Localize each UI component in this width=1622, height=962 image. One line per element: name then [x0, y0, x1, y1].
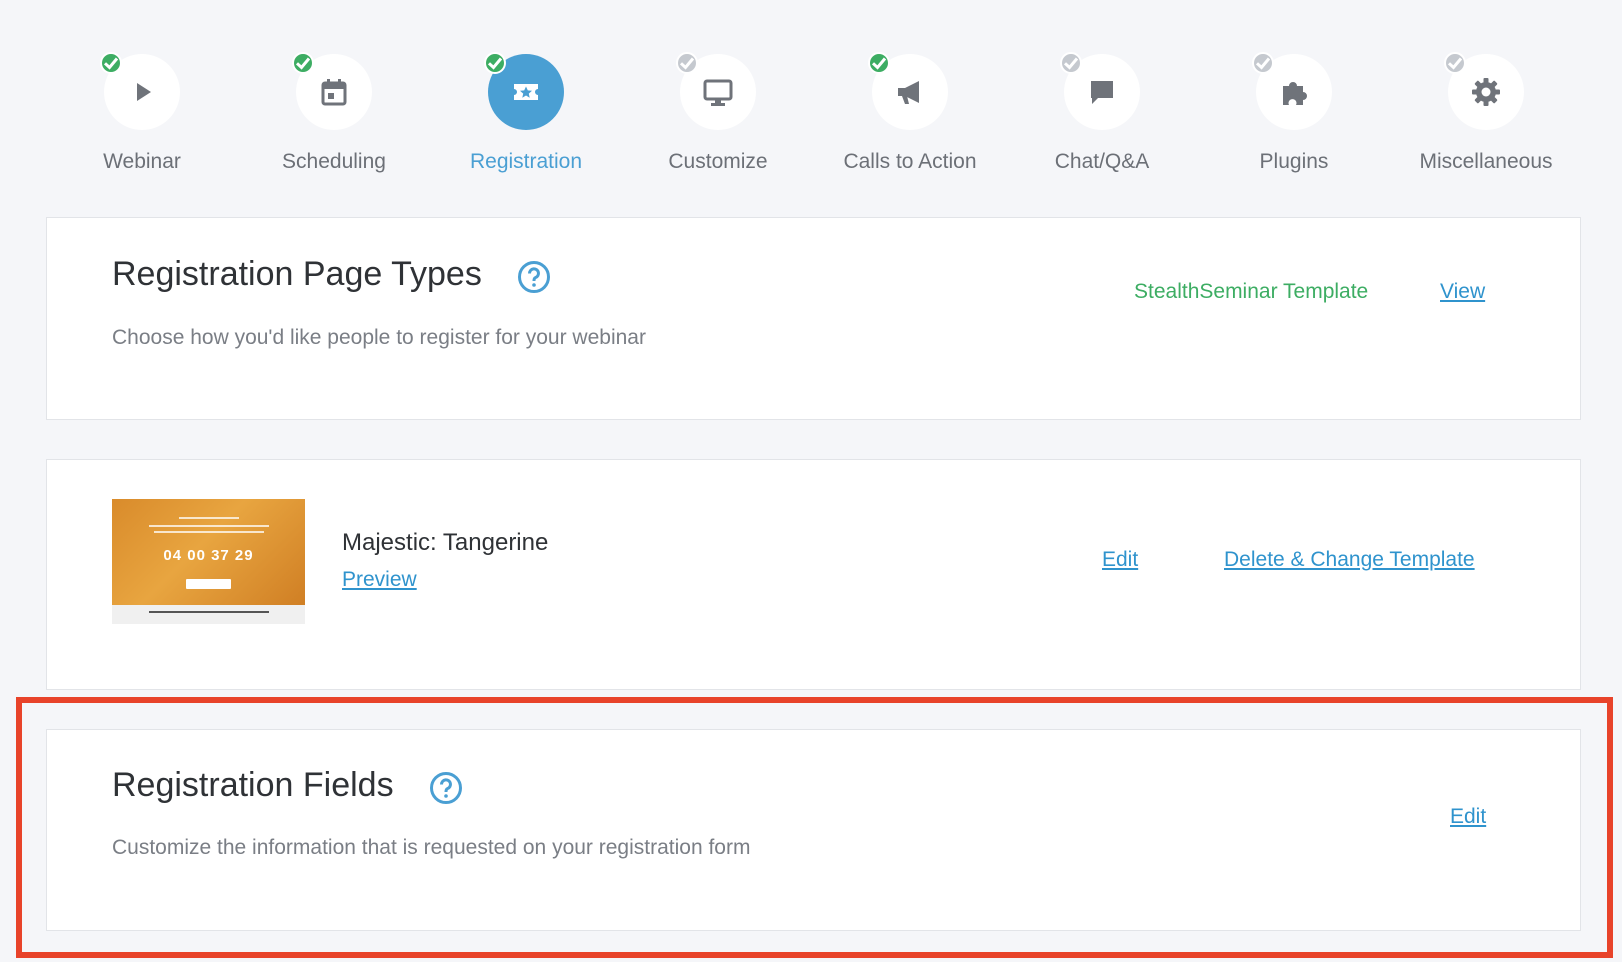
thumbnail-countdown: 04 00 37 29	[163, 547, 254, 564]
play-icon	[137, 83, 151, 101]
gear-icon	[1472, 78, 1500, 106]
thumbnail-banner: 04 00 37 29	[112, 499, 305, 605]
megaphone-icon	[898, 81, 919, 104]
step-label: Chat/Q&A	[1054, 150, 1150, 173]
preview-template-link[interactable]: Preview	[342, 568, 417, 592]
step-label: Registration	[469, 150, 583, 173]
thumbnail-register-button	[186, 579, 231, 589]
registration-page-types-description: Choose how you'd like people to register…	[112, 326, 646, 349]
check-badge-icon	[1252, 52, 1274, 74]
help-icon[interactable]	[517, 260, 551, 294]
check-badge-icon	[1060, 52, 1082, 74]
ticket-star-icon	[514, 84, 538, 100]
registration-fields-title: Registration Fields	[112, 766, 394, 804]
step-webinar-circle[interactable]	[100, 52, 180, 130]
edit-template-link[interactable]: Edit	[1102, 548, 1138, 572]
template-source-label: StealthSeminar Template	[1134, 280, 1369, 303]
step-chat-qa[interactable]: Chat/Q&A	[1002, 52, 1202, 174]
step-miscellaneous[interactable]: Miscellaneous	[1386, 52, 1586, 174]
step-scheduling-circle[interactable]	[292, 52, 372, 130]
selected-template-card: 04 00 37 29 Majestic: Tangerine Preview …	[46, 459, 1581, 690]
step-calls-to-action[interactable]: Calls to Action	[810, 52, 1010, 174]
wizard-stepper: Webinar Scheduling Registration Customiz…	[0, 0, 1622, 190]
step-registration[interactable]: Registration	[426, 52, 626, 174]
template-thumbnail[interactable]: 04 00 37 29	[112, 499, 305, 624]
registration-fields-card: Registration Fields Customize the inform…	[46, 729, 1581, 931]
help-icon[interactable]	[429, 771, 463, 805]
edit-registration-fields-link[interactable]: Edit	[1450, 805, 1486, 829]
step-webinar[interactable]: Webinar	[42, 52, 242, 174]
check-badge-icon	[100, 52, 122, 74]
step-miscellaneous-circle[interactable]	[1444, 52, 1524, 130]
step-customize-circle[interactable]	[676, 52, 756, 130]
chat-icon	[1091, 81, 1113, 104]
step-customize[interactable]: Customize	[618, 52, 818, 174]
step-label: Scheduling	[282, 150, 386, 173]
template-name: Majestic: Tangerine	[342, 529, 549, 556]
step-plugins[interactable]: Plugins	[1194, 52, 1394, 174]
step-label: Miscellaneous	[1419, 150, 1553, 173]
step-label: Webinar	[103, 150, 181, 173]
monitor-icon	[703, 79, 733, 106]
step-registration-circle[interactable]	[484, 52, 564, 130]
step-calls-to-action-circle[interactable]	[868, 52, 948, 130]
check-badge-icon	[484, 52, 506, 74]
calendar-icon	[321, 79, 347, 106]
step-label: Plugins	[1259, 150, 1329, 173]
step-label: Customize	[668, 150, 768, 173]
delete-change-template-link[interactable]: Delete & Change Template	[1224, 548, 1475, 572]
puzzle-icon	[1283, 82, 1307, 105]
registration-page-types-title: Registration Page Types	[112, 255, 482, 293]
check-badge-icon	[1444, 52, 1466, 74]
step-chat-qa-circle[interactable]	[1060, 52, 1140, 130]
check-badge-icon	[292, 52, 314, 74]
registration-fields-description: Customize the information that is reques…	[112, 836, 751, 859]
check-badge-icon	[676, 52, 698, 74]
step-plugins-circle[interactable]	[1252, 52, 1332, 130]
registration-page-types-card: Registration Page Types Choose how you'd…	[46, 217, 1581, 420]
view-template-link[interactable]: View	[1440, 280, 1485, 304]
step-scheduling[interactable]: Scheduling	[234, 52, 434, 174]
step-label: Calls to Action	[843, 150, 977, 173]
check-badge-icon	[868, 52, 890, 74]
